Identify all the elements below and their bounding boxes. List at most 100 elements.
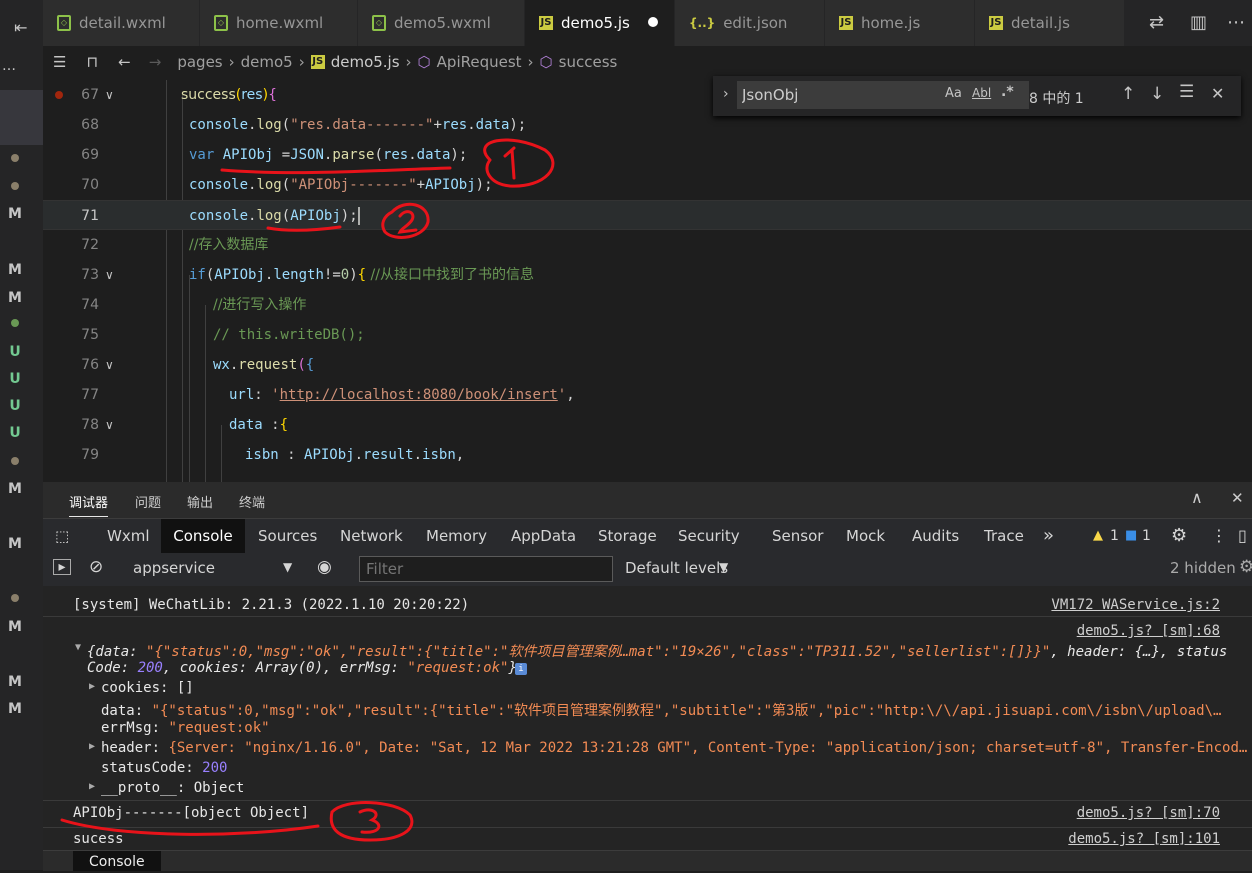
object-property[interactable]: ▶ cookies: [] [43,679,1252,699]
tab-demo5-js[interactable]: JS demo5.js [525,0,675,46]
tab-output[interactable]: 输出 [187,492,213,511]
unsaved-dot-icon[interactable] [648,17,658,27]
tab-trace[interactable]: Trace [984,519,1024,553]
sidebar-toggle-icon[interactable]: ▸ [53,559,71,575]
settings-gear-icon[interactable]: ⚙ [1239,557,1252,577]
more-tabs-icon[interactable]: » [1043,519,1054,553]
back-icon[interactable]: ← [118,53,131,71]
tab-detail-wxml[interactable]: ◇ detail.wxml [43,0,200,46]
expand-triangle-icon[interactable]: ▼ [75,642,81,653]
sidebar-toggle-icon[interactable]: ⇤ [14,18,27,37]
fold-chevron-icon[interactable]: ∨ [105,260,114,290]
code-line[interactable]: 75 // this.writeDB(); [43,320,1252,350]
chevron-down-icon[interactable]: ▼ [283,560,292,574]
object-property[interactable]: ▶ header: {Server: "nginx/1.16.0", Date:… [43,739,1252,759]
scm-badge: M [8,536,22,552]
source-link[interactable]: VM172 WAService.js:2 [1051,597,1220,613]
expand-triangle-icon[interactable]: ▶ [89,741,95,752]
code-line[interactable]: 69 var APIObj =JSON.parse(res.data); [43,140,1252,170]
code-line[interactable]: 76 ∨ wx.request({ [43,350,1252,380]
crumb-pages[interactable]: pages [177,53,222,71]
toggle-replace-icon[interactable]: › [723,86,729,102]
bookmark-icon[interactable]: ⊓ [86,53,98,71]
code-editor[interactable]: 67 ∨ success(res){ 68 console.log("res.d… [43,80,1252,482]
crumb-success[interactable]: success [559,53,618,71]
code-line[interactable]: 79 isbn : APIObj.result.isbn, [43,440,1252,470]
crumb-demo5-js[interactable]: demo5.js [331,53,400,71]
whole-word-toggle[interactable]: Abl [972,86,991,100]
tab-network[interactable]: Network [340,519,403,553]
clear-console-icon[interactable]: ⊘ [89,557,103,577]
source-link[interactable]: demo5.js? [sm]:70 [1077,805,1220,821]
fold-chevron-icon[interactable]: ∨ [105,410,114,440]
tab-audits[interactable]: Audits [912,519,959,553]
line-number: 78 [81,417,99,433]
info-count[interactable]: 1 [1142,519,1151,553]
forward-icon[interactable]: → [149,53,162,71]
tab-detail-js[interactable]: JS detail.js [975,0,1125,46]
info-badge-icon[interactable]: i [515,663,527,675]
code-line[interactable]: 78 ∨ data :{ [43,410,1252,440]
log-levels-dropdown[interactable]: Default levels [625,559,728,577]
tab-debugger[interactable]: 调试器 [69,492,109,517]
kebab-menu-icon[interactable]: ⋮ [1211,519,1227,553]
tab-memory[interactable]: Memory [426,519,487,553]
warning-count[interactable]: 1 [1110,519,1119,553]
drawer-tab-console[interactable]: Console [73,851,161,871]
object-property: data: "{"status":0,"msg":"ok","result":{… [101,703,1222,719]
tab-home-js[interactable]: JS home.js [825,0,975,46]
tab-appdata[interactable]: AppData [511,519,576,553]
dock-icon[interactable]: ▯ [1238,519,1247,553]
regex-toggle[interactable]: .* [1001,84,1014,100]
object-property[interactable]: ▶ __proto__: Object [43,779,1252,799]
code-line[interactable]: 74 //进行写入操作 [43,290,1252,320]
fold-chevron-icon[interactable]: ∨ [105,80,114,110]
expand-triangle-icon[interactable]: ▶ [89,781,95,792]
code-line[interactable]: 72 //存入数据库 [43,230,1252,260]
line-number: 73 [81,267,99,283]
maximize-panel-icon[interactable]: ∧ [1191,488,1203,507]
scm-badge: U [9,344,21,360]
code-line[interactable]: 70 console.log("APIObj-------"+APIObj); [43,170,1252,200]
more-icon[interactable]: … [2,58,16,74]
expand-triangle-icon[interactable]: ▶ [89,681,95,692]
tab-edit-json[interactable]: {..} edit.json [675,0,825,46]
tab-home-wxml[interactable]: ◇ home.wxml [200,0,358,46]
list-icon[interactable]: ☰ [53,53,66,71]
source-link[interactable]: demo5.js? [sm]:101 [1068,831,1220,847]
context-select[interactable]: appservice [133,559,215,577]
tab-mock[interactable]: Mock [846,519,885,553]
code-line[interactable]: 73 ∨ if(APIObj.length!=0){ //从接口中找到了书的信息 [43,260,1252,290]
tab-sensor[interactable]: Sensor [772,519,823,553]
close-icon[interactable]: ✕ [1211,84,1224,103]
tab-demo5-wxml[interactable]: ◇ demo5.wxml [358,0,525,46]
find-in-selection-icon[interactable]: ☰ [1179,82,1194,102]
tab-storage[interactable]: Storage [598,519,657,553]
chevron-down-icon[interactable]: ▼ [719,560,728,574]
scm-badge: M [8,481,22,497]
code-line[interactable]: 77 url: 'http://localhost:8080/book/inse… [43,380,1252,410]
tab-security[interactable]: Security [678,519,740,553]
tab-wxml[interactable]: Wxml [107,519,150,553]
crumb-apirequest[interactable]: ApiRequest [437,53,522,71]
eye-icon[interactable]: ◉ [317,557,332,577]
more-actions-icon[interactable]: ⋯ [1227,12,1245,33]
current-code-line[interactable]: 71 console.log(APIObj); [43,200,1252,230]
tab-sources[interactable]: Sources [258,519,317,553]
split-editor-icon[interactable]: ▥ [1190,12,1207,33]
close-panel-icon[interactable]: ✕ [1231,489,1244,507]
compare-icon[interactable]: ⇄ [1149,12,1164,33]
next-match-icon[interactable]: ↓ [1150,84,1164,104]
tab-terminal[interactable]: 终端 [239,492,265,511]
inspect-element-icon[interactable]: ⬚ [55,519,69,553]
console-object-summary[interactable]: ▼ {data: "{"status":0,"msg":"ok","result… [43,640,1252,660]
tab-console[interactable]: Console [161,519,245,553]
filter-input[interactable] [359,556,613,582]
settings-gear-icon[interactable]: ⚙ [1171,519,1187,553]
match-case-toggle[interactable]: Aa [945,86,962,101]
fold-chevron-icon[interactable]: ∨ [105,350,114,380]
crumb-demo5[interactable]: demo5 [241,53,293,71]
tab-problems[interactable]: 问题 [135,492,161,511]
source-link[interactable]: demo5.js? [sm]:68 [1077,623,1220,639]
previous-match-icon[interactable]: ↑ [1121,84,1135,104]
